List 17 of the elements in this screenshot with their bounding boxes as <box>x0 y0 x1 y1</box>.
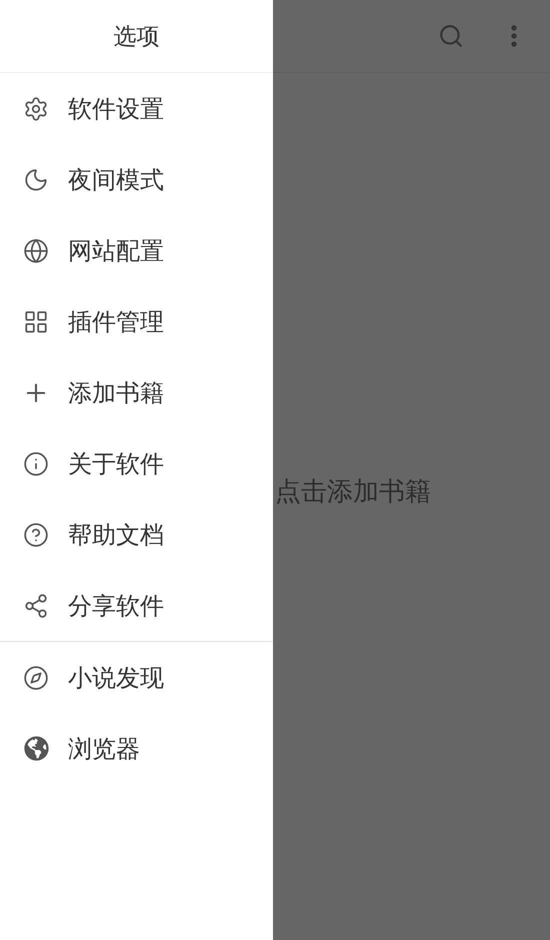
globe-icon[interactable] <box>22 236 50 264</box>
menu-item[interactable]: 浏览器 <box>68 732 140 764</box>
menu-item[interactable]: 关于软件 <box>68 448 164 480</box>
menu-item[interactable]: 添加书籍 <box>68 376 164 408</box>
info-icon[interactable] <box>22 450 50 478</box>
drawer-title: 选项 <box>114 22 160 52</box>
menu-item[interactable]: 小说发现 <box>68 662 164 694</box>
menu-item[interactable]: 帮助文档 <box>68 518 164 550</box>
globe-icon[interactable] <box>22 734 50 762</box>
menu-item[interactable]: 分享软件 <box>68 590 164 622</box>
empty-hint: 点击添加书籍 <box>275 476 431 509</box>
help-icon[interactable] <box>22 520 50 548</box>
compass-icon[interactable] <box>22 664 50 692</box>
menu-item[interactable]: 网站配置 <box>68 234 164 266</box>
menu-item[interactable]: 夜间模式 <box>68 164 164 196</box>
menu-item[interactable]: 软件设置 <box>68 92 164 124</box>
menu-item[interactable]: 插件管理 <box>68 306 164 338</box>
